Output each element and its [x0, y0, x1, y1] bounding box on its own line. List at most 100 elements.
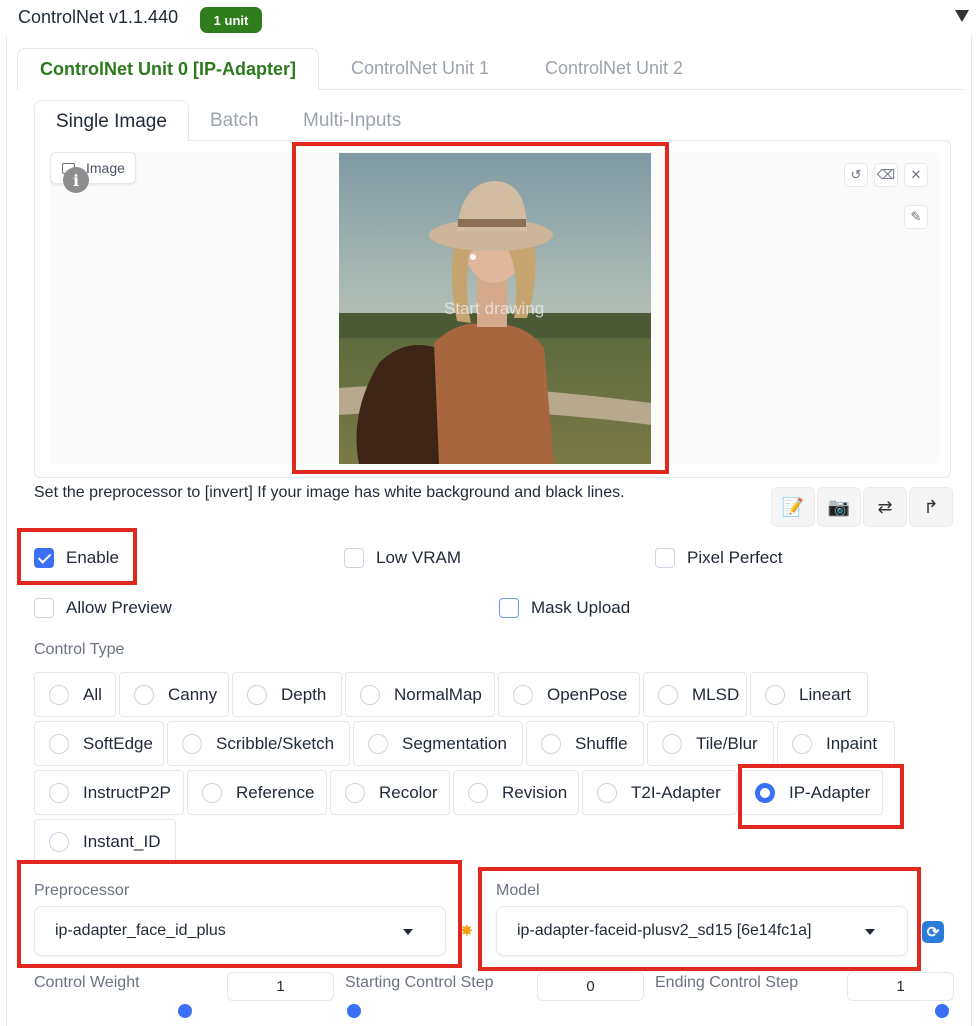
tab-unit-2[interactable]: ControlNet Unit 2: [523, 48, 705, 90]
radio-mlsd[interactable]: MLSD: [643, 672, 747, 717]
radio-circle[interactable]: [513, 684, 533, 705]
enable-label: Enable: [66, 548, 119, 567]
radio-label: All: [83, 684, 102, 704]
radio-circle[interactable]: [541, 733, 561, 754]
collapse-triangle-icon[interactable]: [955, 10, 969, 22]
mask-upload-label: Mask Upload: [531, 598, 631, 617]
mask-upload-checkbox[interactable]: Mask Upload: [499, 597, 630, 619]
ending-step-label: Ending Control Step: [655, 974, 799, 991]
starting-step-label: Starting Control Step: [345, 974, 494, 991]
tab-unit-0[interactable]: ControlNet Unit 0 [IP-Adapter]: [17, 48, 319, 90]
tab-unit-1[interactable]: ControlNet Unit 1: [329, 48, 511, 90]
radio-circle[interactable]: [49, 684, 69, 705]
close-icon[interactable]: ✕: [904, 163, 928, 187]
radio-circle[interactable]: [49, 782, 69, 803]
radio-revision[interactable]: Revision: [453, 770, 579, 815]
allow-preview-label: Allow Preview: [66, 598, 172, 617]
radio-instant-id[interactable]: Instant_ID: [34, 819, 176, 864]
control-weight-input[interactable]: 1: [227, 972, 334, 1001]
radio-circle[interactable]: [202, 782, 222, 803]
tab-batch[interactable]: Batch: [189, 100, 280, 141]
pixel-perfect-checkbox-box[interactable]: [655, 548, 675, 568]
pixel-perfect-checkbox[interactable]: Pixel Perfect: [655, 547, 782, 569]
radio-circle[interactable]: [360, 684, 380, 705]
radio-circle[interactable]: [368, 733, 388, 754]
starting-step-input[interactable]: 0: [537, 972, 644, 1001]
radio-circle[interactable]: [597, 782, 617, 803]
control-weight-label: Control Weight: [34, 974, 140, 991]
radio-canny[interactable]: Canny: [119, 672, 229, 717]
radio-circle[interactable]: [134, 684, 154, 705]
radio-normalmap[interactable]: NormalMap: [345, 672, 495, 717]
starting-step-slider-thumb[interactable]: [347, 1004, 361, 1018]
allow-preview-checkbox[interactable]: Allow Preview: [34, 597, 172, 619]
eraser-icon[interactable]: ⌫: [874, 163, 898, 187]
radio-ip-adapter[interactable]: IP-Adapter: [740, 770, 883, 815]
radio-circle[interactable]: [49, 733, 69, 754]
radio-label: Inpaint: [826, 733, 878, 753]
radio-scribble-sketch[interactable]: Scribble/Sketch: [167, 721, 350, 766]
camera-button[interactable]: 📷: [817, 487, 861, 527]
radio-label: Reference: [236, 782, 315, 802]
radio-circle[interactable]: [792, 733, 812, 754]
radio-depth[interactable]: Depth: [232, 672, 342, 717]
radio-circle[interactable]: [662, 733, 682, 754]
radio-shuffle[interactable]: Shuffle: [526, 721, 644, 766]
radio-circle-selected[interactable]: [755, 782, 775, 803]
preprocessor-value: ip-adapter_face_id_plus: [55, 922, 226, 939]
radio-tile-blur[interactable]: Tile/Blur: [647, 721, 774, 766]
radio-recolor[interactable]: Recolor: [330, 770, 450, 815]
low-vram-checkbox[interactable]: Low VRAM: [344, 547, 461, 569]
radio-label: NormalMap: [394, 684, 482, 704]
enable-checkbox[interactable]: Enable: [34, 547, 119, 569]
radio-lineart[interactable]: Lineart: [750, 672, 868, 717]
swap-arrows-button[interactable]: ⇄: [863, 487, 907, 527]
ending-step-input[interactable]: 1: [847, 972, 954, 1001]
radio-all[interactable]: All: [34, 672, 116, 717]
radio-circle[interactable]: [658, 684, 678, 705]
radio-softedge[interactable]: SoftEdge: [34, 721, 164, 766]
radio-label: Lineart: [799, 684, 851, 704]
radio-openpose[interactable]: OpenPose: [498, 672, 640, 717]
refresh-icon[interactable]: ⟳: [922, 921, 944, 943]
radio-reference[interactable]: Reference: [187, 770, 327, 815]
allow-preview-checkbox-box[interactable]: [34, 598, 54, 618]
radio-circle[interactable]: [765, 684, 785, 705]
tab-single-image[interactable]: Single Image: [34, 100, 189, 141]
radio-label: T2I-Adapter: [631, 782, 721, 802]
radio-label: Segmentation: [402, 733, 507, 753]
edit-notes-button[interactable]: 📝: [771, 487, 815, 527]
radio-t2i-adapter[interactable]: T2I-Adapter: [582, 770, 737, 815]
control-weight-slider-thumb[interactable]: [178, 1004, 192, 1018]
radio-circle[interactable]: [468, 782, 488, 803]
preprocessor-select[interactable]: ip-adapter_face_id_plus: [34, 906, 446, 956]
info-icon[interactable]: i: [63, 167, 89, 193]
undo-icon[interactable]: ↺: [844, 163, 868, 187]
radio-segmentation[interactable]: Segmentation: [353, 721, 523, 766]
radio-circle[interactable]: [49, 831, 69, 852]
radio-label: SoftEdge: [83, 733, 153, 753]
run-preprocessor-icon[interactable]: ✸: [460, 921, 473, 941]
brush-icon[interactable]: ✎: [904, 205, 928, 229]
radio-circle[interactable]: [247, 684, 267, 705]
radio-label: MLSD: [692, 684, 740, 704]
radio-instructp2p[interactable]: InstructP2P: [34, 770, 184, 815]
chevron-down-icon: [403, 929, 413, 935]
radio-label: Revision: [502, 782, 568, 802]
radio-inpaint[interactable]: Inpaint: [777, 721, 895, 766]
send-up-button[interactable]: ↱: [909, 487, 953, 527]
radio-label: Tile/Blur: [696, 733, 758, 753]
preprocessor-hint: Set the preprocessor to [invert] If your…: [34, 484, 625, 501]
tab-multi-inputs[interactable]: Multi-Inputs: [282, 100, 422, 141]
preprocessor-label: Preprocessor: [34, 882, 130, 899]
pixel-perfect-label: Pixel Perfect: [687, 548, 783, 567]
panel-title[interactable]: ControlNet v1.1.440: [18, 7, 178, 28]
ending-step-slider-thumb[interactable]: [935, 1004, 949, 1018]
model-select[interactable]: ip-adapter-faceid-plusv2_sd15 [6e14fc1a]: [496, 906, 908, 956]
radio-circle[interactable]: [345, 782, 365, 803]
low-vram-checkbox-box[interactable]: [344, 548, 364, 568]
enable-checkbox-box[interactable]: [34, 548, 54, 568]
mask-upload-checkbox-box[interactable]: [499, 598, 519, 618]
start-drawing-placeholder: Start drawing: [444, 299, 545, 318]
radio-circle[interactable]: [182, 733, 202, 754]
